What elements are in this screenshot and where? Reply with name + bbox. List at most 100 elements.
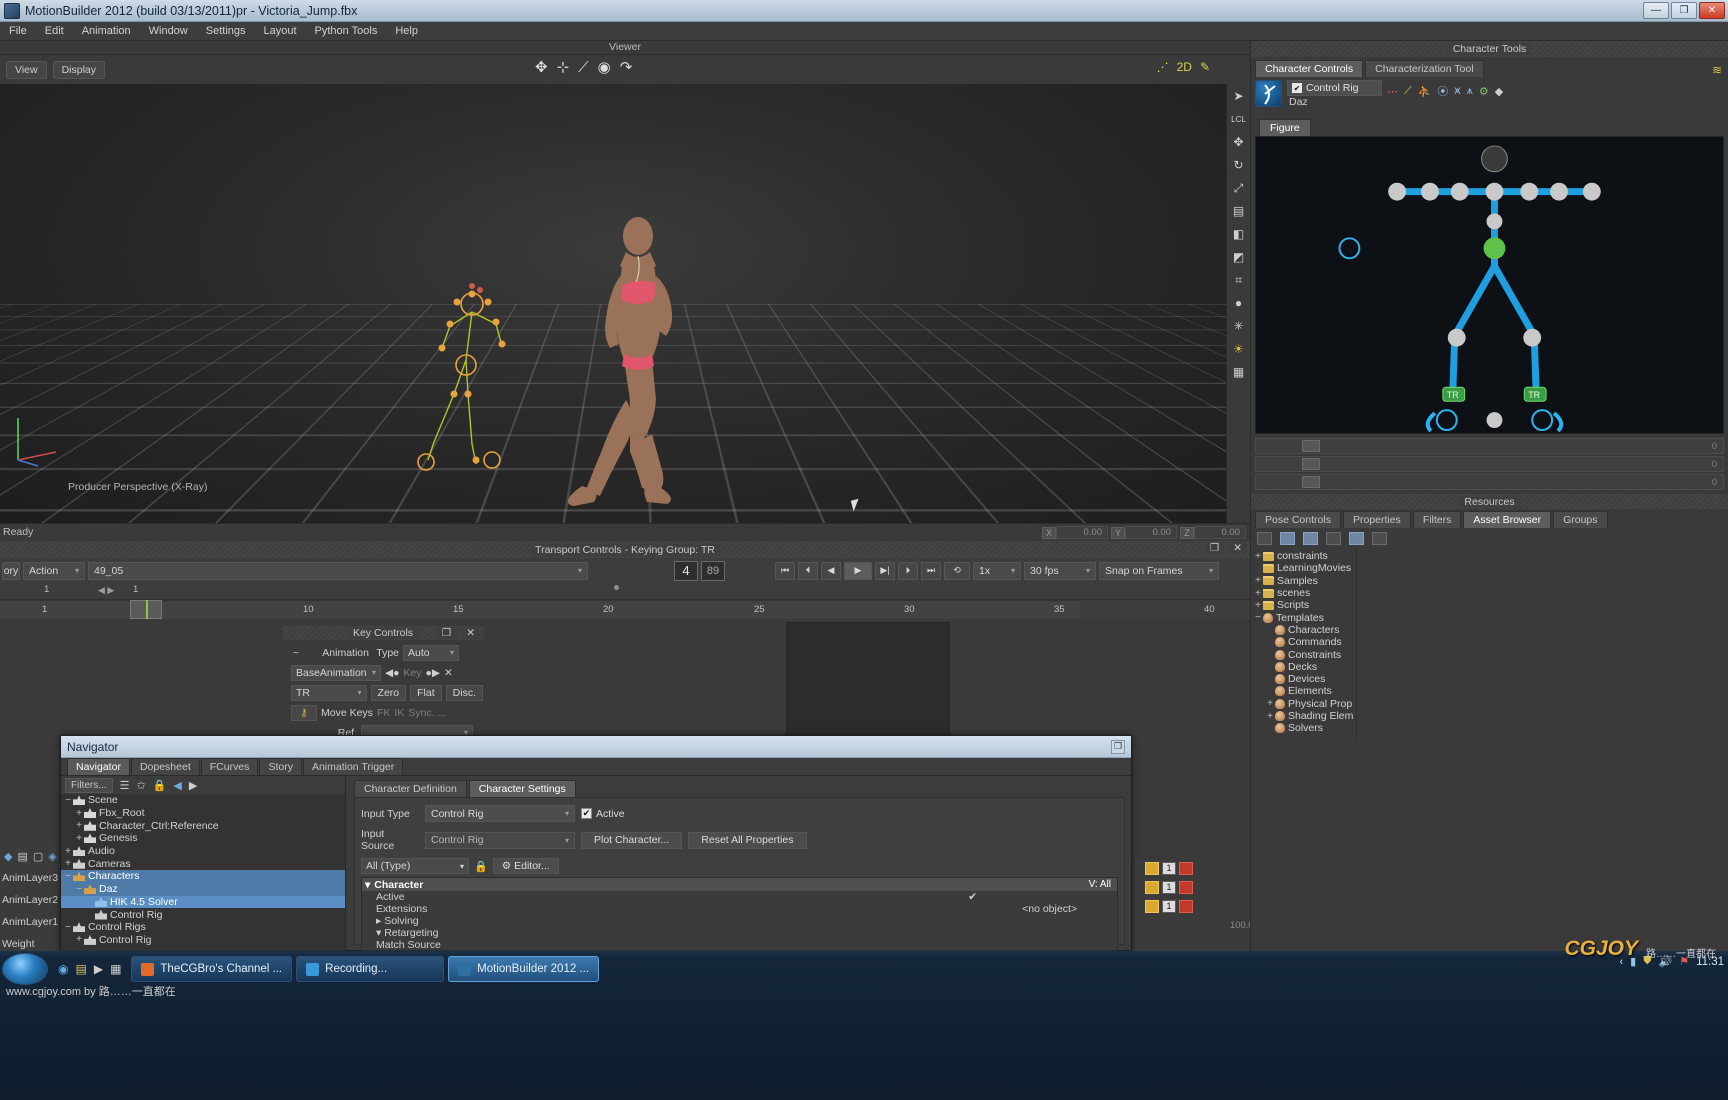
animation-layer-dropdown[interactable]: BaseAnimation ▾ (291, 664, 381, 681)
folder-icon[interactable]: ▤ (75, 962, 86, 976)
menu-file[interactable]: File (0, 23, 36, 39)
tree-expander-icon[interactable]: + (1253, 588, 1263, 599)
step-forward-icon[interactable]: ▶| (875, 561, 895, 580)
asset-tree-item[interactable]: Solvers (1251, 722, 1356, 734)
fk-button[interactable]: FK (377, 707, 390, 719)
navigator-tree-item[interactable]: − Daz (61, 882, 345, 896)
timeline[interactable]: 1 1 ◀ ▶ 1 10 15 20 25 30 35 40 41 E: 41 (0, 583, 1250, 619)
anim-layer-2[interactable]: AnimLayer2 (0, 889, 60, 911)
split-view-icon[interactable] (1280, 531, 1295, 545)
key-record-icon[interactable] (1179, 880, 1193, 894)
active-checkbox[interactable]: ✔ (581, 808, 592, 819)
key-count-field[interactable]: 1 (1162, 899, 1176, 913)
coord-y-value[interactable]: 0.00 (1125, 526, 1177, 539)
close-icon[interactable]: ✕ (460, 627, 481, 639)
navigator-tree-item[interactable]: + Character_Ctrl:Reference (61, 819, 345, 832)
taskbar-item-browser[interactable]: TheCGBro's Channel ... (131, 956, 293, 982)
tree-expander-icon[interactable]: + (74, 820, 84, 831)
editor-preview-area[interactable] (786, 622, 950, 736)
curve-icon[interactable]: ⋰ (1157, 60, 1169, 74)
slot-key-icon[interactable] (1302, 440, 1320, 452)
ik-button[interactable]: IK (394, 707, 404, 719)
maximize-button[interactable]: ❐ (1671, 2, 1697, 19)
menu-animation[interactable]: Animation (73, 23, 140, 39)
desktop-icon[interactable]: ▦ (110, 962, 121, 976)
asset-tree-item[interactable]: − Templates (1251, 611, 1356, 624)
tab-navigator[interactable]: Navigator (67, 758, 130, 775)
asset-tree-item[interactable]: Elements (1251, 685, 1356, 697)
property-row[interactable]: Extensions <no object> (362, 903, 1117, 915)
tab-character-controls[interactable]: Character Controls (1255, 60, 1364, 77)
bodypart-icon[interactable]: ⛹ (1418, 85, 1432, 98)
navigator-tree-item[interactable]: + Genesis (61, 832, 345, 845)
back-arrow-icon[interactable]: ◀ (173, 779, 181, 792)
tab-asset-browser[interactable]: Asset Browser (1463, 511, 1552, 528)
control-rig-selector[interactable]: ✔ Control Rig (1287, 80, 1382, 96)
tree-expander-icon[interactable]: − (74, 884, 84, 895)
tab-animation-trigger[interactable]: Animation Trigger (302, 758, 404, 775)
asset-tree-item[interactable]: + constraints (1251, 550, 1356, 562)
light-icon[interactable]: ◧ (1231, 226, 1247, 242)
character-slot-1[interactable]: 0 (1255, 438, 1724, 454)
close-button[interactable]: ✕ (1699, 2, 1725, 19)
property-row[interactable]: ▸ Solving (362, 915, 1117, 927)
key-record-icon[interactable] (1179, 899, 1193, 913)
character-slot-3[interactable]: 0 (1255, 474, 1724, 490)
key-count-field[interactable]: 1 (1162, 861, 1176, 875)
translate-icon[interactable]: ⊹ (557, 58, 570, 76)
key-toggle-icon[interactable] (1145, 880, 1159, 894)
close-icon[interactable]: ✕ (1228, 542, 1247, 554)
property-table[interactable]: ▾ Character V: All Active ✔ Extensions <no … (361, 877, 1118, 951)
sync-button[interactable]: Sync. ... (408, 707, 446, 719)
pointer-icon[interactable]: ➤ (1231, 88, 1247, 104)
navigator-tree-item[interactable]: + Cameras (61, 857, 345, 870)
next-key-icon[interactable]: ●▶ (426, 667, 440, 679)
sun-icon[interactable]: ☀ (1231, 341, 1247, 357)
move-keys-label[interactable]: Move Keys (321, 707, 373, 719)
key-toggle-icon[interactable] (1145, 899, 1159, 913)
timeline-ruler[interactable]: 1 10 15 20 25 30 35 40 (0, 600, 1215, 619)
key-expander-icon[interactable]: ~ (283, 647, 299, 659)
layer-add-icon[interactable]: ◆ (4, 850, 12, 863)
ik-icon[interactable]: ⩙ (1454, 85, 1460, 98)
lcl-icon[interactable]: LCL (1231, 111, 1247, 127)
goto-start-icon[interactable]: ⏮ (775, 561, 795, 580)
tree-expander-icon[interactable]: − (63, 795, 73, 806)
tab-character-settings[interactable]: Character Settings (468, 780, 576, 797)
active-checkbox-row[interactable]: ✔ Active (581, 808, 625, 820)
ie-icon[interactable]: ◉ (58, 962, 68, 976)
disc-button[interactable]: Disc. (445, 684, 483, 701)
navigator-tree-item[interactable]: − Scene (61, 794, 345, 807)
snap-dropdown[interactable]: Snap on Frames ▾ (1099, 561, 1219, 580)
rotate-icon[interactable]: ◉ (598, 58, 611, 76)
tab-dopesheet[interactable]: Dopesheet (130, 758, 200, 775)
coord-z-value[interactable]: 0.00 (1194, 526, 1246, 539)
goto-end-icon[interactable]: ⏭ (921, 561, 941, 580)
character-tools-menu-icon[interactable]: ≋ (1712, 63, 1728, 77)
tree-expander-icon[interactable]: − (1253, 612, 1263, 623)
asset-tree-item[interactable]: + Shading Elem (1251, 710, 1356, 722)
menu-help[interactable]: Help (386, 23, 427, 39)
rotate-tool-icon[interactable]: ↻ (1231, 157, 1247, 173)
forward-arrow-icon[interactable]: ▶ (189, 779, 197, 792)
pencil-icon[interactable]: ✎ (1200, 60, 1210, 74)
slot-key-icon[interactable] (1302, 458, 1320, 470)
keying-icon[interactable]: ⋯ (1387, 85, 1398, 98)
speed-dropdown[interactable]: 1x ▾ (973, 561, 1021, 580)
input-type-dropdown[interactable]: Control Rig ▾ (425, 805, 575, 822)
tree-expander-icon[interactable]: + (1265, 698, 1275, 709)
tree-expander-icon[interactable]: − (63, 871, 73, 882)
asset-tree-item[interactable]: Decks (1251, 661, 1356, 673)
snap-icon[interactable]: ⌗ (1231, 272, 1247, 288)
box-icon[interactable]: ▦ (1231, 364, 1247, 380)
zero-button[interactable]: Zero (370, 684, 407, 701)
next-key-icon[interactable]: ⏵ (898, 561, 918, 580)
coord-x-value[interactable]: 0.00 (1056, 526, 1108, 539)
property-row[interactable]: Active ✔ (362, 891, 1117, 903)
expander-icon[interactable]: ▾ (365, 879, 370, 891)
prev-key-icon[interactable]: ◀● (385, 667, 399, 679)
input-source-dropdown[interactable]: Control Rig ▾ (425, 831, 575, 849)
take-name-dropdown[interactable]: 49_05 ▾ (88, 561, 588, 580)
menu-settings[interactable]: Settings (197, 23, 255, 39)
navigator-tree-item[interactable]: + Audio (61, 845, 345, 858)
